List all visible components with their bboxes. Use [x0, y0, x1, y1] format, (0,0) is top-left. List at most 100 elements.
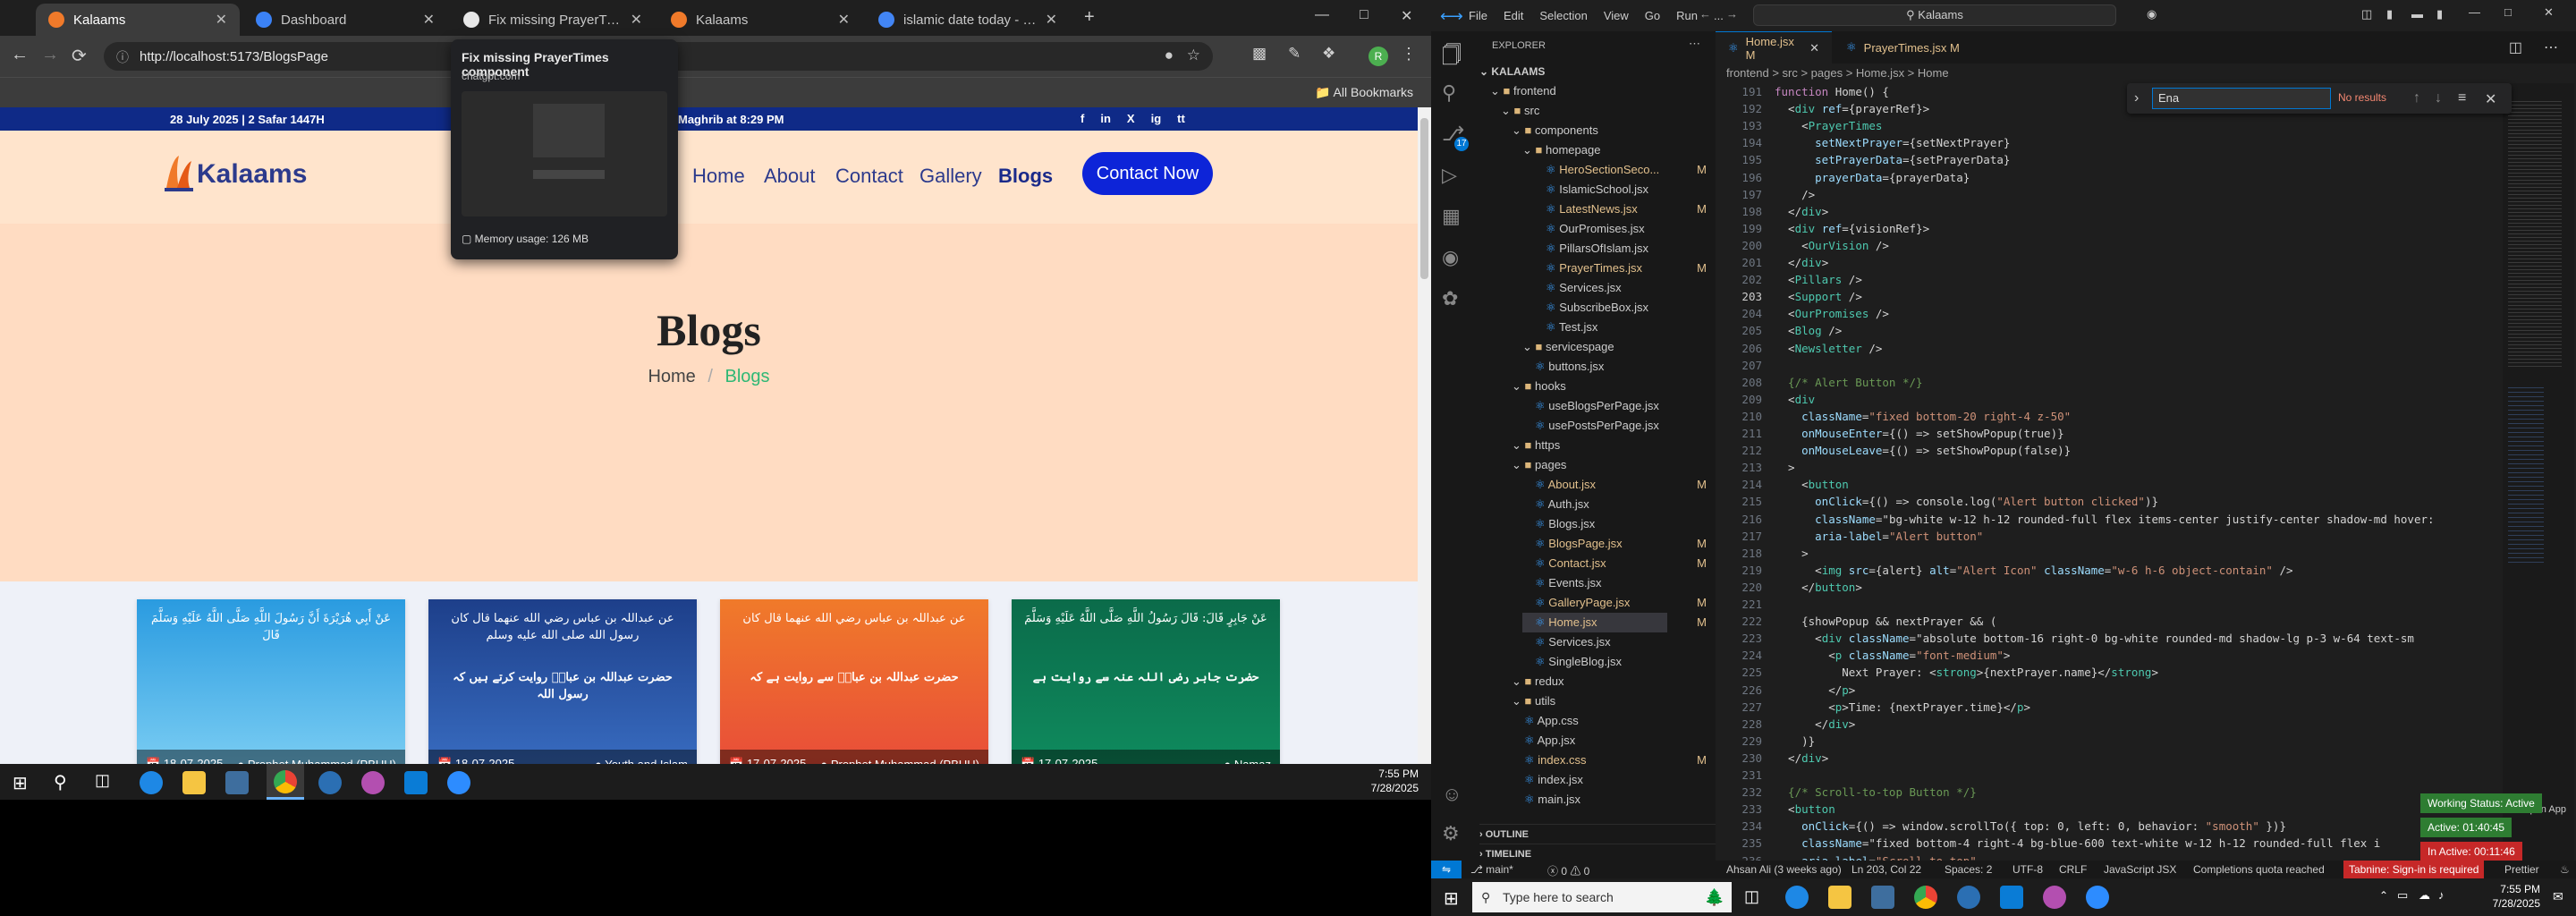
- menu-item[interactable]: View: [1604, 9, 1629, 22]
- tree-file[interactable]: ⚛ About.jsx M: [1522, 475, 1707, 495]
- code-line[interactable]: <button: [1775, 476, 1849, 493]
- indentation[interactable]: Spaces: 2: [1945, 863, 1992, 876]
- vscode-icon[interactable]: [2000, 886, 2023, 909]
- reload-icon[interactable]: ⟳: [72, 45, 87, 67]
- code-line[interactable]: prayerData={prayerData}: [1775, 169, 1970, 186]
- code-line[interactable]: <div ref={prayerRef}>: [1775, 100, 1929, 117]
- browser-tab[interactable]: Kalaams ✕: [658, 4, 862, 36]
- code-line[interactable]: className="fixed bottom-20 right-4 z-50": [1775, 408, 2071, 425]
- code-line[interactable]: </div>: [1775, 203, 1828, 220]
- tabnine-status[interactable]: Tabnine: Sign-in is required: [2343, 861, 2485, 878]
- browser-tab[interactable]: islamic date today - Google Sea ✕: [866, 4, 1070, 36]
- code-line[interactable]: onClick={() => window.scrollTo({ top: 0,…: [1775, 818, 2286, 835]
- scroll-thumb[interactable]: [1420, 118, 1428, 279]
- breadcrumb-home[interactable]: Home: [648, 367, 695, 386]
- tree-file[interactable]: ⚛ App.jsx: [1512, 731, 1667, 751]
- code-line[interactable]: <PrayerTimes: [1775, 117, 1882, 134]
- code-line[interactable]: Next Prayer: <strong>{nextPrayer.name}</…: [1775, 664, 2158, 681]
- close-find-icon[interactable]: ✕: [2485, 90, 2496, 108]
- pen-icon[interactable]: ✎: [1288, 45, 1301, 63]
- settings-gear-icon[interactable]: ⚙: [1442, 822, 1460, 845]
- code-line[interactable]: setNextPrayer={setNextPrayer}: [1775, 134, 2010, 151]
- site-info-icon[interactable]: ⓘ: [116, 48, 129, 66]
- task-view-icon[interactable]: ◫: [1744, 887, 1759, 906]
- github-desktop-icon[interactable]: [361, 771, 385, 794]
- next-match-icon[interactable]: ↓: [2435, 90, 2442, 106]
- code-line[interactable]: onMouseLeave={() => setShowPopup(false)}: [1775, 442, 2071, 459]
- code-line[interactable]: <p className="font-medium">: [1775, 647, 2010, 664]
- github-desktop-icon[interactable]: [2043, 886, 2066, 909]
- extension-icon[interactable]: ▩: [1252, 45, 1267, 63]
- code-line[interactable]: <Support />: [1775, 288, 1862, 305]
- code-line[interactable]: <div: [1775, 391, 1815, 408]
- social-icon-in[interactable]: in: [1100, 112, 1111, 125]
- tree-file[interactable]: ⚛ App.css: [1512, 711, 1667, 731]
- code-line[interactable]: onMouseEnter={() => setShowPopup(true)}: [1775, 425, 2064, 442]
- command-center-search[interactable]: ⚲ Kalaams: [1753, 4, 2116, 26]
- contact-now-button[interactable]: Contact Now: [1082, 152, 1213, 195]
- menu-item[interactable]: Selection: [1539, 9, 1587, 22]
- code-line[interactable]: <OurVision />: [1775, 237, 1889, 254]
- code-line[interactable]: </div>: [1775, 750, 1828, 767]
- tree-folder[interactable]: ⌄ ■ https: [1512, 436, 1667, 455]
- minimize-icon[interactable]: —: [1315, 7, 1329, 23]
- tree-file[interactable]: ⚛ Services.jsx: [1533, 278, 1667, 298]
- code-line[interactable]: function Home() {: [1775, 83, 1889, 100]
- code-line[interactable]: onClick={() => console.log("Alert button…: [1775, 493, 2158, 510]
- run-debug-icon[interactable]: ▷: [1442, 164, 1457, 187]
- kebab-menu-icon[interactable]: ⋮: [1401, 45, 1417, 64]
- working-status-badge[interactable]: Working Status: Active: [2420, 793, 2542, 813]
- tray-battery-icon[interactable]: ▭: [2397, 888, 2408, 903]
- code-line[interactable]: >: [1775, 545, 1809, 562]
- accounts-icon[interactable]: ☺: [1442, 783, 1462, 806]
- nav-blogs[interactable]: Blogs: [998, 165, 1053, 188]
- windows-start-icon[interactable]: ⊞: [1444, 887, 1459, 910]
- tab-close-icon[interactable]: ✕: [423, 11, 435, 29]
- tree-file[interactable]: ⚛ useBlogsPerPage.jsx: [1522, 396, 1667, 416]
- code-line[interactable]: <Newsletter />: [1775, 340, 1882, 357]
- taskbar-clock-left[interactable]: 7:55 PM 7/28/2025: [1371, 767, 1419, 795]
- nav-contact[interactable]: Contact: [835, 165, 903, 188]
- mongodb-leaf-icon[interactable]: ✿: [1442, 287, 1458, 310]
- code-editor[interactable]: 191 function Home() {192 <div ref={prayer…: [1716, 83, 2503, 870]
- tab-close-icon[interactable]: ✕: [631, 11, 642, 29]
- tree-file[interactable]: ⚛ Blogs.jsx: [1522, 514, 1667, 534]
- code-line[interactable]: <OurPromises />: [1775, 305, 1889, 322]
- explorer-more-icon[interactable]: ⋯: [1689, 37, 1700, 51]
- store-icon[interactable]: [1871, 886, 1894, 909]
- tree-file[interactable]: ⚛ Home.jsx M: [1522, 613, 1707, 632]
- code-line[interactable]: )}: [1775, 733, 1815, 750]
- cursor-position[interactable]: Ln 203, Col 22: [1852, 863, 1921, 876]
- file-explorer-icon[interactable]: [1828, 886, 1852, 909]
- git-blame[interactable]: Ahsan Ali (3 weeks ago): [1726, 863, 1842, 876]
- github-icon[interactable]: ◉: [1442, 246, 1459, 269]
- page-scrollbar[interactable]: [1418, 107, 1431, 800]
- menu-item[interactable]: ...: [1714, 9, 1724, 22]
- edge-icon[interactable]: [1785, 886, 1809, 909]
- problems-count[interactable]: ⓧ 0 ⚠ 0: [1547, 863, 1589, 878]
- editor-tab-prayertimes[interactable]: ⚛ PrayerTimes.jsx M: [1834, 31, 1977, 64]
- store-icon[interactable]: [225, 771, 249, 794]
- social-icon-X[interactable]: X: [1127, 112, 1135, 125]
- minimap[interactable]: [2503, 83, 2574, 870]
- layout-toggle-icon[interactable]: ◫: [2361, 7, 2372, 21]
- code-line[interactable]: <div className="absolute bottom-16 right…: [1775, 630, 2414, 647]
- app-icon[interactable]: [1957, 886, 1980, 909]
- code-line[interactable]: >: [1775, 459, 1795, 476]
- code-line[interactable]: <Pillars />: [1775, 271, 1862, 288]
- tree-file[interactable]: ⚛ PillarsOfIslam.jsx: [1533, 239, 1667, 259]
- tree-file[interactable]: ⚛ Events.jsx: [1522, 573, 1667, 593]
- tree-file[interactable]: ⚛ usePostsPerPage.jsx: [1522, 416, 1667, 436]
- workspace-root[interactable]: ⌄ KALAAMS: [1479, 62, 1545, 81]
- browser-tab[interactable]: Fix missing PrayerTimes comp ✕: [451, 4, 655, 36]
- code-line[interactable]: />: [1775, 186, 1815, 203]
- split-editor-icon[interactable]: ◫: [2509, 38, 2522, 56]
- browser-tab[interactable]: Dashboard ✕: [243, 4, 447, 36]
- tree-file[interactable]: ⚛ Auth.jsx: [1522, 495, 1667, 514]
- code-line[interactable]: aria-label="Alert button": [1775, 528, 1983, 545]
- nav-gallery[interactable]: Gallery: [919, 165, 982, 188]
- back-arrow-icon[interactable]: ←: [11, 45, 29, 65]
- prettier-status[interactable]: Prettier: [2504, 863, 2539, 876]
- tree-file[interactable]: ⚛ index.css M: [1512, 751, 1707, 770]
- social-icon-ig[interactable]: ig: [1151, 112, 1162, 125]
